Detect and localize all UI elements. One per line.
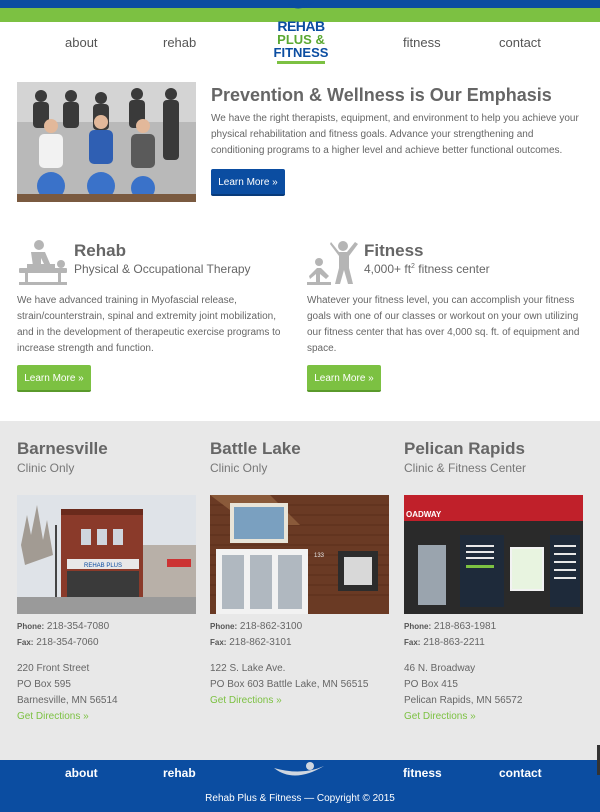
fax-number: 218-862-3101 xyxy=(229,637,292,648)
nav-contact[interactable]: contact xyxy=(499,35,541,50)
barnesville-sign-text: REHAB PLUS xyxy=(84,563,122,569)
hero-text: We have the right therapists, equipment,… xyxy=(211,113,579,156)
footer-nav-contact[interactable]: contact xyxy=(499,766,542,780)
phone-line: Phone: 218-863-1981 xyxy=(404,621,584,632)
phone-number[interactable]: 218-862-3100 xyxy=(240,621,302,632)
fax-line: Fax: 218-354-7060 xyxy=(17,637,197,648)
phone-number[interactable]: 218-863-1981 xyxy=(434,621,496,632)
fitness-title: Fitness xyxy=(364,241,424,260)
nav-rehab[interactable]: rehab xyxy=(163,35,196,50)
massage-table-icon xyxy=(19,240,67,285)
location-type: Clinic & Fitness Center xyxy=(404,461,527,475)
get-directions-link[interactable]: Get Directions » xyxy=(17,709,197,725)
phone-label: Phone: xyxy=(210,622,238,631)
address: 220 Front Street PO Box 595 Barnesville,… xyxy=(17,661,197,709)
fax-number: 218-354-7060 xyxy=(36,637,99,648)
address: 46 N. Broadway PO Box 415 Pelican Rapids… xyxy=(404,661,584,709)
nav-about[interactable]: about xyxy=(65,35,98,50)
footer-nav-fitness[interactable]: fitness xyxy=(403,766,442,780)
phone-label: Phone: xyxy=(404,622,432,631)
address: 122 S. Lake Ave. PO Box 603 Battle Lake,… xyxy=(210,661,390,693)
address-line-1: 122 S. Lake Ave. xyxy=(210,663,286,674)
main-nav: about rehab REHAB PLUS & FITNESS fitness… xyxy=(0,0,600,80)
logo-underline xyxy=(277,61,325,64)
battle-lake-sign-text: 133 xyxy=(314,553,325,559)
barnesville-clinic-photo: REHAB PLUS xyxy=(17,495,196,614)
fax-line: Fax: 218-863-2211 xyxy=(404,637,584,648)
hero-title: Prevention & Wellness is Our Emphasis xyxy=(211,85,552,105)
location-name: Barnesville xyxy=(17,439,108,458)
fax-line: Fax: 218-862-3101 xyxy=(210,637,390,648)
location-pelican-rapids: Pelican Rapids Clinic & Fitness Center O… xyxy=(404,439,584,725)
rehab-learn-more-button[interactable]: Learn More » xyxy=(17,365,91,392)
fitness-description: Whatever your fitness level, you can acc… xyxy=(307,295,580,354)
address-line-3: Pelican Rapids, MN 56572 xyxy=(404,695,523,706)
pelican-rapids-sign-text: OADWAY xyxy=(406,510,442,519)
location-type: Clinic Only xyxy=(210,461,268,475)
fax-label: Fax: xyxy=(17,638,34,647)
logo-text-rehab: REHAB xyxy=(277,18,325,34)
logo-text-fitness: FITNESS xyxy=(273,45,329,60)
fax-label: Fax: xyxy=(210,638,227,647)
location-barnesville: Barnesville Clinic Only REHAB PLUS Phone… xyxy=(17,439,197,725)
fitness-subtitle: 4,000+ ft2 fitness center xyxy=(364,262,490,276)
hero-section: Prevention & Wellness is Our Emphasis We… xyxy=(17,82,583,202)
locations-section: Barnesville Clinic Only REHAB PLUS Phone… xyxy=(0,421,600,760)
address-line-2: PO Box 603 Battle Lake, MN 56515 xyxy=(210,679,369,690)
location-name: Battle Lake xyxy=(210,439,301,458)
fax-number: 218-863-2211 xyxy=(423,637,485,648)
logo-swoosh-icon xyxy=(288,0,314,9)
fitness-learn-more-button[interactable]: Learn More » xyxy=(307,365,381,392)
get-directions-link[interactable]: Get Directions » xyxy=(404,709,584,725)
address-line-2: PO Box 415 xyxy=(404,679,458,690)
location-battle-lake: Battle Lake Clinic Only 133 Phone: 218-8… xyxy=(210,439,390,709)
address-line-1: 220 Front Street xyxy=(17,663,90,674)
fitness-subtitle-area: 4,000+ ft xyxy=(364,262,412,276)
rehab-title: Rehab xyxy=(74,241,126,260)
staff-group-photo xyxy=(17,82,196,202)
site-logo[interactable]: REHAB PLUS & FITNESS xyxy=(271,0,331,70)
location-name: Pelican Rapids xyxy=(404,439,525,458)
location-type: Clinic Only xyxy=(17,461,75,475)
get-directions-link[interactable]: Get Directions » xyxy=(210,693,390,709)
footer-logo-swoosh-icon[interactable] xyxy=(272,760,328,782)
rehab-description: We have advanced training in Myofascial … xyxy=(17,295,281,354)
copyright-text: Rehab Plus & Fitness — Copyright © 2015 xyxy=(205,793,395,804)
exercise-figures-icon xyxy=(307,241,358,285)
phone-label: Phone: xyxy=(17,622,45,631)
site-footer: about rehab fitness contact Rehab Plus &… xyxy=(0,760,600,812)
hero-learn-more-button[interactable]: Learn More » xyxy=(211,169,285,196)
phone-line: Phone: 218-862-3100 xyxy=(210,621,390,632)
nav-fitness[interactable]: fitness xyxy=(403,35,441,50)
fax-label: Fax: xyxy=(404,638,421,647)
address-line-3: Barnesville, MN 56514 xyxy=(17,695,118,706)
address-line-1: 46 N. Broadway xyxy=(404,663,476,674)
pelican-rapids-clinic-photo: OADWAY xyxy=(404,495,583,614)
phone-number[interactable]: 218-354-7080 xyxy=(47,621,109,632)
battle-lake-clinic-photo: 133 xyxy=(210,495,389,614)
address-line-2: PO Box 595 xyxy=(17,679,71,690)
footer-nav-about[interactable]: about xyxy=(65,766,98,780)
rehab-subtitle: Physical & Occupational Therapy xyxy=(74,262,251,276)
footer-nav-rehab[interactable]: rehab xyxy=(163,766,196,780)
phone-line: Phone: 218-354-7080 xyxy=(17,621,197,632)
fitness-subtitle-rest: fitness center xyxy=(414,262,490,276)
